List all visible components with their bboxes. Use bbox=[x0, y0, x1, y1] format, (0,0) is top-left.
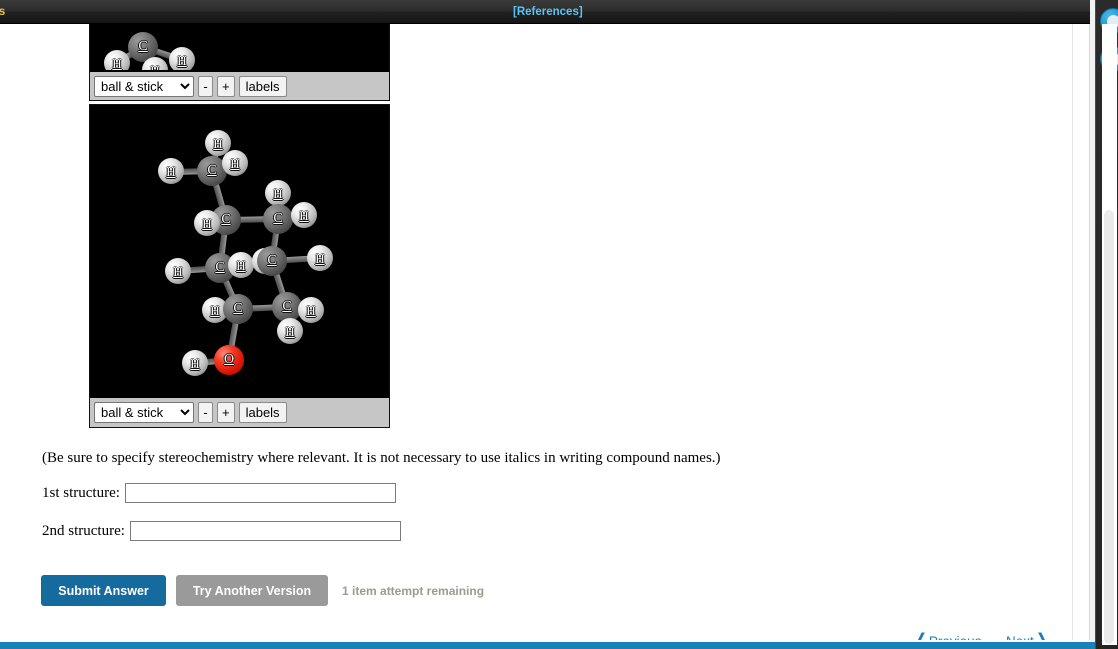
try-another-version-button[interactable]: Try Another Version bbox=[176, 575, 328, 606]
atom-h: H bbox=[298, 297, 324, 323]
atom-label: H bbox=[306, 302, 316, 318]
atom-label: H bbox=[230, 155, 240, 171]
atom-c: C bbox=[257, 246, 287, 276]
atom-o: O bbox=[214, 345, 244, 375]
atom-label: C bbox=[138, 39, 148, 54]
toolbar-left-label: ols bbox=[0, 4, 6, 18]
atom-h: H bbox=[104, 50, 130, 70]
atom-h: H bbox=[291, 202, 317, 228]
atom-h: H bbox=[222, 150, 248, 176]
scrollbar-thumb[interactable] bbox=[1104, 210, 1114, 644]
top-toolbar: ols [References] bbox=[0, 0, 1090, 24]
atom-label: H bbox=[299, 207, 309, 223]
page-scrollbar[interactable] bbox=[1102, 24, 1117, 645]
atom-label: H bbox=[202, 215, 212, 231]
structure-2-label: 2nd structure: bbox=[42, 522, 125, 539]
structure-field-row-1: 1st structure: bbox=[42, 483, 396, 503]
atom-h: H bbox=[182, 350, 208, 376]
atom-label: H bbox=[210, 302, 220, 318]
atom-c: C bbox=[223, 294, 253, 324]
atom-h: H bbox=[165, 258, 191, 284]
molecule-canvas-top[interactable]: HCHH bbox=[90, 24, 389, 70]
atom-h: H bbox=[142, 57, 168, 70]
atom-label: H bbox=[173, 263, 183, 279]
atom-label: H bbox=[150, 62, 160, 71]
molecule-canvas-bottom[interactable]: HHCHHCHCHHCHHCHHCCHHHO bbox=[90, 105, 389, 396]
atom-label: C bbox=[267, 253, 277, 268]
atom-label: H bbox=[285, 323, 295, 339]
atom-label: H bbox=[236, 257, 246, 273]
atom-label: C bbox=[233, 301, 243, 316]
atom-label: H bbox=[112, 55, 122, 70]
atom-label: H bbox=[315, 250, 325, 266]
atom-label: C bbox=[215, 260, 225, 275]
structure-1-input[interactable] bbox=[124, 483, 396, 503]
zoom-out-button-bottom[interactable]: - bbox=[198, 402, 213, 423]
viewer-controls-top: ball & stick - + labels bbox=[90, 71, 389, 100]
atom-h: H bbox=[228, 252, 254, 278]
attempts-remaining-text: 1 item attempt remaining bbox=[342, 584, 485, 598]
atom-h: H bbox=[277, 318, 303, 344]
render-mode-select-top[interactable]: ball & stick bbox=[94, 75, 194, 97]
application-root: ols [References] HCHH ball & stick - + l… bbox=[0, 0, 1118, 649]
panel-divider bbox=[1072, 24, 1073, 641]
molecule-viewer-top[interactable]: HCHH ball & stick - + labels bbox=[89, 24, 390, 101]
submit-answer-button[interactable]: Submit Answer bbox=[41, 575, 166, 606]
structure-2-input[interactable] bbox=[129, 521, 401, 541]
atom-label: C bbox=[207, 163, 217, 178]
atom-label: O bbox=[223, 352, 235, 367]
atom-h: H bbox=[194, 210, 220, 236]
toggle-labels-button-bottom[interactable]: labels bbox=[238, 402, 287, 423]
bottom-accent-strip bbox=[0, 642, 1095, 649]
structure-1-label: 1st structure: bbox=[42, 484, 120, 501]
toggle-labels-button-top[interactable]: labels bbox=[238, 75, 287, 97]
references-link[interactable]: [References] bbox=[513, 6, 583, 18]
atom-c: C bbox=[263, 204, 293, 234]
structure-field-row-2: 2nd structure: bbox=[42, 521, 401, 541]
atom-label: H bbox=[177, 52, 187, 68]
atom-label: H bbox=[273, 185, 283, 201]
molecule-viewer-bottom[interactable]: HHCHHCHCHHCHHCHHCCHHHO ball & stick - + … bbox=[89, 104, 390, 428]
atom-h: H bbox=[265, 180, 291, 206]
atom-label: H bbox=[166, 163, 176, 179]
atom-h: H bbox=[307, 245, 333, 271]
stereochemistry-note: (Be sure to specify stereochemistry wher… bbox=[42, 450, 721, 466]
atom-h: H bbox=[169, 47, 195, 70]
zoom-in-button-top[interactable]: + bbox=[217, 75, 235, 97]
atom-label: H bbox=[213, 135, 223, 151]
viewer-controls-bottom: ball & stick - + labels bbox=[90, 397, 389, 427]
content-panel: HCHH ball & stick - + labels HHCHHCHCHHC… bbox=[0, 24, 1090, 641]
atom-label: C bbox=[273, 211, 283, 226]
atom-label: C bbox=[221, 212, 231, 227]
zoom-out-button-top[interactable]: - bbox=[198, 75, 213, 97]
atom-label: H bbox=[190, 355, 200, 371]
atom-h: H bbox=[158, 158, 184, 184]
zoom-in-button-bottom[interactable]: + bbox=[217, 402, 235, 423]
render-mode-select-bottom[interactable]: ball & stick bbox=[94, 402, 194, 423]
atom-label: C bbox=[282, 299, 292, 314]
